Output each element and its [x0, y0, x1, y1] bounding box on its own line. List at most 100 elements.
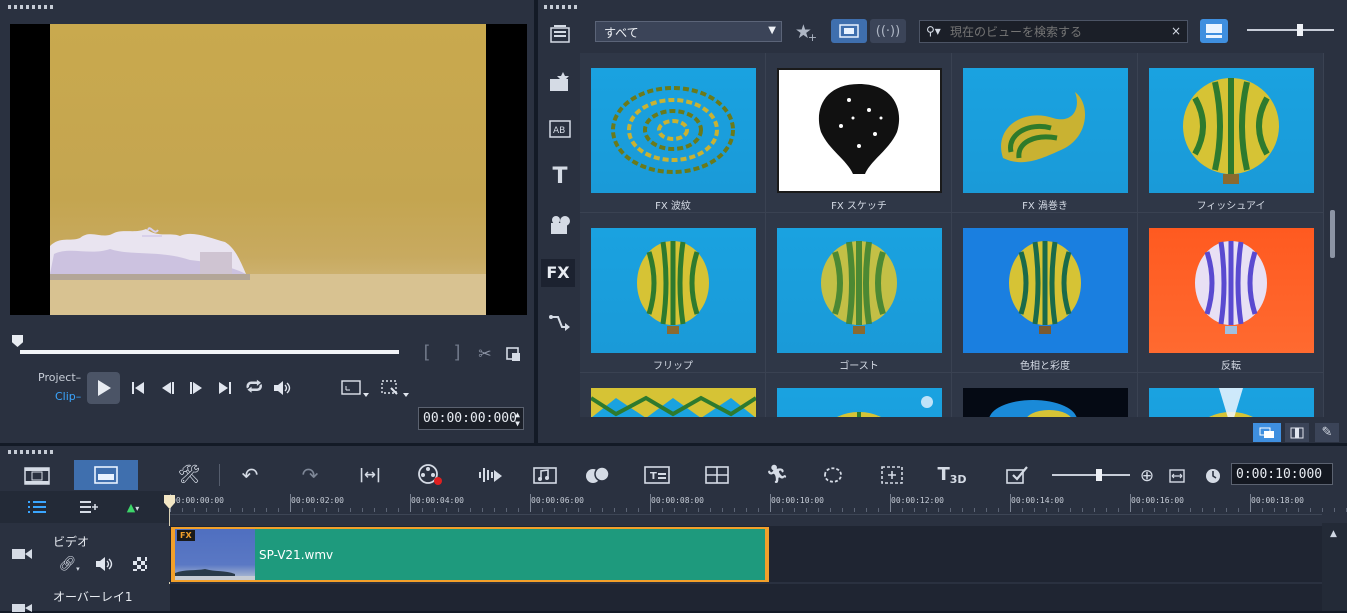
mask-creator-icon[interactable] — [818, 462, 848, 488]
search-icon: ⚲▾ — [926, 24, 941, 38]
library-scrollbar[interactable] — [1330, 210, 1335, 258]
slider-thumb[interactable] — [1297, 24, 1303, 36]
ruler-minor-tick — [302, 508, 303, 512]
category-dropdown[interactable]: すべて ▼ — [595, 21, 782, 42]
overlay-track-icon[interactable] — [10, 603, 34, 613]
next-frame-button[interactable] — [188, 380, 204, 396]
track-volume-icon[interactable] — [95, 555, 115, 573]
media-icon[interactable] — [546, 22, 574, 46]
fit-project-icon[interactable] — [1166, 465, 1188, 487]
motion-tracking-icon[interactable] — [583, 462, 613, 488]
project-duration-timecode[interactable]: 0:00:10:000 — [1231, 463, 1333, 485]
redo-icon[interactable]: ↷ — [297, 462, 323, 488]
enlarge-preview-icon[interactable] — [505, 346, 521, 362]
smart-package-icon[interactable] — [1002, 462, 1032, 488]
path-icon[interactable] — [546, 310, 574, 334]
fit-timeline-icon[interactable]: |↔| — [355, 462, 385, 488]
storyboard-view-icon[interactable] — [12, 462, 62, 490]
undo-icon[interactable]: ↶ — [237, 462, 263, 488]
filter-item[interactable] — [1138, 373, 1324, 417]
title-icon[interactable]: T — [546, 165, 574, 189]
scrub-marker[interactable] — [12, 335, 23, 347]
search-input[interactable] — [950, 23, 1170, 40]
ruler-minor-tick — [182, 508, 183, 512]
aspect-ratio-icon[interactable] — [340, 379, 370, 399]
list-view-icon[interactable] — [1285, 423, 1309, 442]
clear-search-icon[interactable]: × — [1171, 24, 1181, 38]
link-icon[interactable]: 🔗︎ ▾ — [58, 555, 80, 573]
video-filter-toggle[interactable] — [831, 19, 867, 43]
subtitle-editor-icon[interactable]: T — [642, 462, 672, 488]
zoom-slider[interactable] — [1052, 469, 1130, 481]
auto-music-icon[interactable] — [531, 462, 559, 488]
video-track-icon[interactable] — [10, 546, 34, 562]
panel-grip[interactable] — [544, 5, 578, 9]
filter-thumbnail — [591, 228, 756, 353]
ruler-minor-tick — [914, 508, 915, 512]
ruler-minor-tick — [758, 508, 759, 512]
tools-icon[interactable]: 🛠︎ — [175, 462, 203, 488]
project-duration-value: 0:00:10:000 — [1236, 466, 1323, 482]
crop-tool-icon[interactable] — [380, 379, 410, 399]
filter-item[interactable] — [952, 373, 1138, 417]
record-capture-icon[interactable] — [415, 462, 445, 488]
overlay-track-lane[interactable] — [170, 584, 1322, 611]
filter-item[interactable]: フィッシュアイ — [1138, 53, 1324, 213]
library-view-icon[interactable] — [1253, 423, 1281, 442]
instant-project-icon[interactable] — [546, 70, 574, 94]
scrub-bar[interactable] — [20, 350, 399, 354]
volume-icon[interactable] — [273, 379, 293, 397]
ruler-minor-tick — [1070, 508, 1071, 512]
slider-thumb[interactable] — [1096, 469, 1102, 481]
filter-item[interactable]: FX 波紋 — [580, 53, 766, 213]
timecode-spinner-icon[interactable]: ▲ ▼ — [515, 410, 520, 428]
scroll-up-icon[interactable]: ▲ — [1330, 529, 1337, 539]
panel-grip[interactable] — [8, 450, 53, 454]
sound-mixer-icon[interactable] — [476, 462, 504, 488]
filter-item[interactable]: FX 渦巻き — [952, 53, 1138, 213]
clip-mode-label[interactable]: Clip– — [55, 390, 81, 403]
add-track-icon[interactable] — [78, 499, 100, 515]
thumbnail-size-slider[interactable] — [1247, 24, 1334, 36]
filter-item[interactable]: FX スケッチ — [766, 53, 952, 213]
split-clip-icon[interactable]: ✂ — [476, 345, 494, 363]
play-button[interactable] — [87, 372, 120, 404]
3d-title-icon[interactable]: T 3D — [935, 462, 969, 488]
filter-item[interactable]: 反転 — [1138, 213, 1324, 373]
timeline-scrollbar[interactable]: ▲ — [1322, 523, 1347, 611]
filter-item[interactable]: 色相と彩度 — [952, 213, 1138, 373]
end-button[interactable] — [217, 380, 233, 396]
previous-frame-button[interactable] — [160, 380, 176, 396]
project-mode-label[interactable]: Project– — [38, 371, 81, 384]
track-transparency-icon[interactable] — [131, 555, 149, 573]
filter-item[interactable] — [766, 373, 952, 417]
player-timecode[interactable]: 00:00:00:000 ▲ ▼ — [418, 407, 524, 430]
thumbnail-view-toggle[interactable] — [1200, 19, 1228, 43]
filter-item[interactable] — [580, 373, 766, 417]
pan-zoom-icon[interactable] — [877, 462, 907, 488]
filter-fx-icon[interactable]: FX — [541, 259, 575, 287]
multi-camera-icon[interactable] — [702, 462, 732, 488]
transition-icon[interactable]: AB — [546, 117, 574, 141]
ruler-minor-tick — [386, 508, 387, 512]
zoom-in-icon[interactable]: ⊕ — [1136, 465, 1158, 487]
graphic-icon[interactable] — [546, 213, 574, 237]
panel-grip[interactable] — [8, 5, 53, 9]
timeline-view-icon[interactable] — [74, 460, 138, 490]
filter-item[interactable]: ゴースト — [766, 213, 952, 373]
mark-out-icon[interactable]: ] — [450, 344, 464, 362]
audio-filter-toggle[interactable]: ((·)) — [870, 19, 906, 43]
time-remapping-icon[interactable]: 🏃︎ — [762, 462, 792, 488]
timeline-ruler[interactable]: 00:00:00:00 00:00:02:00 00:00:04:00 00:00:0… — [170, 491, 1347, 515]
ripple-editing-icon[interactable]: ▲ ▾ — [120, 499, 146, 515]
clock-icon[interactable] — [1202, 465, 1224, 487]
search-field[interactable]: ⚲▾ × — [919, 20, 1188, 43]
home-button[interactable] — [130, 380, 146, 396]
track-manager-icon[interactable] — [26, 499, 48, 515]
edit-icon[interactable]: ✎ — [1315, 423, 1339, 442]
repeat-icon[interactable]: 🔁︎ — [244, 379, 264, 397]
video-clip[interactable]: FX SP-V21.wmv — [171, 527, 769, 582]
mark-in-icon[interactable]: [ — [420, 344, 434, 362]
add-to-favorites-icon[interactable]: ★ + — [793, 21, 819, 43]
filter-item[interactable]: フリップ — [580, 213, 766, 373]
